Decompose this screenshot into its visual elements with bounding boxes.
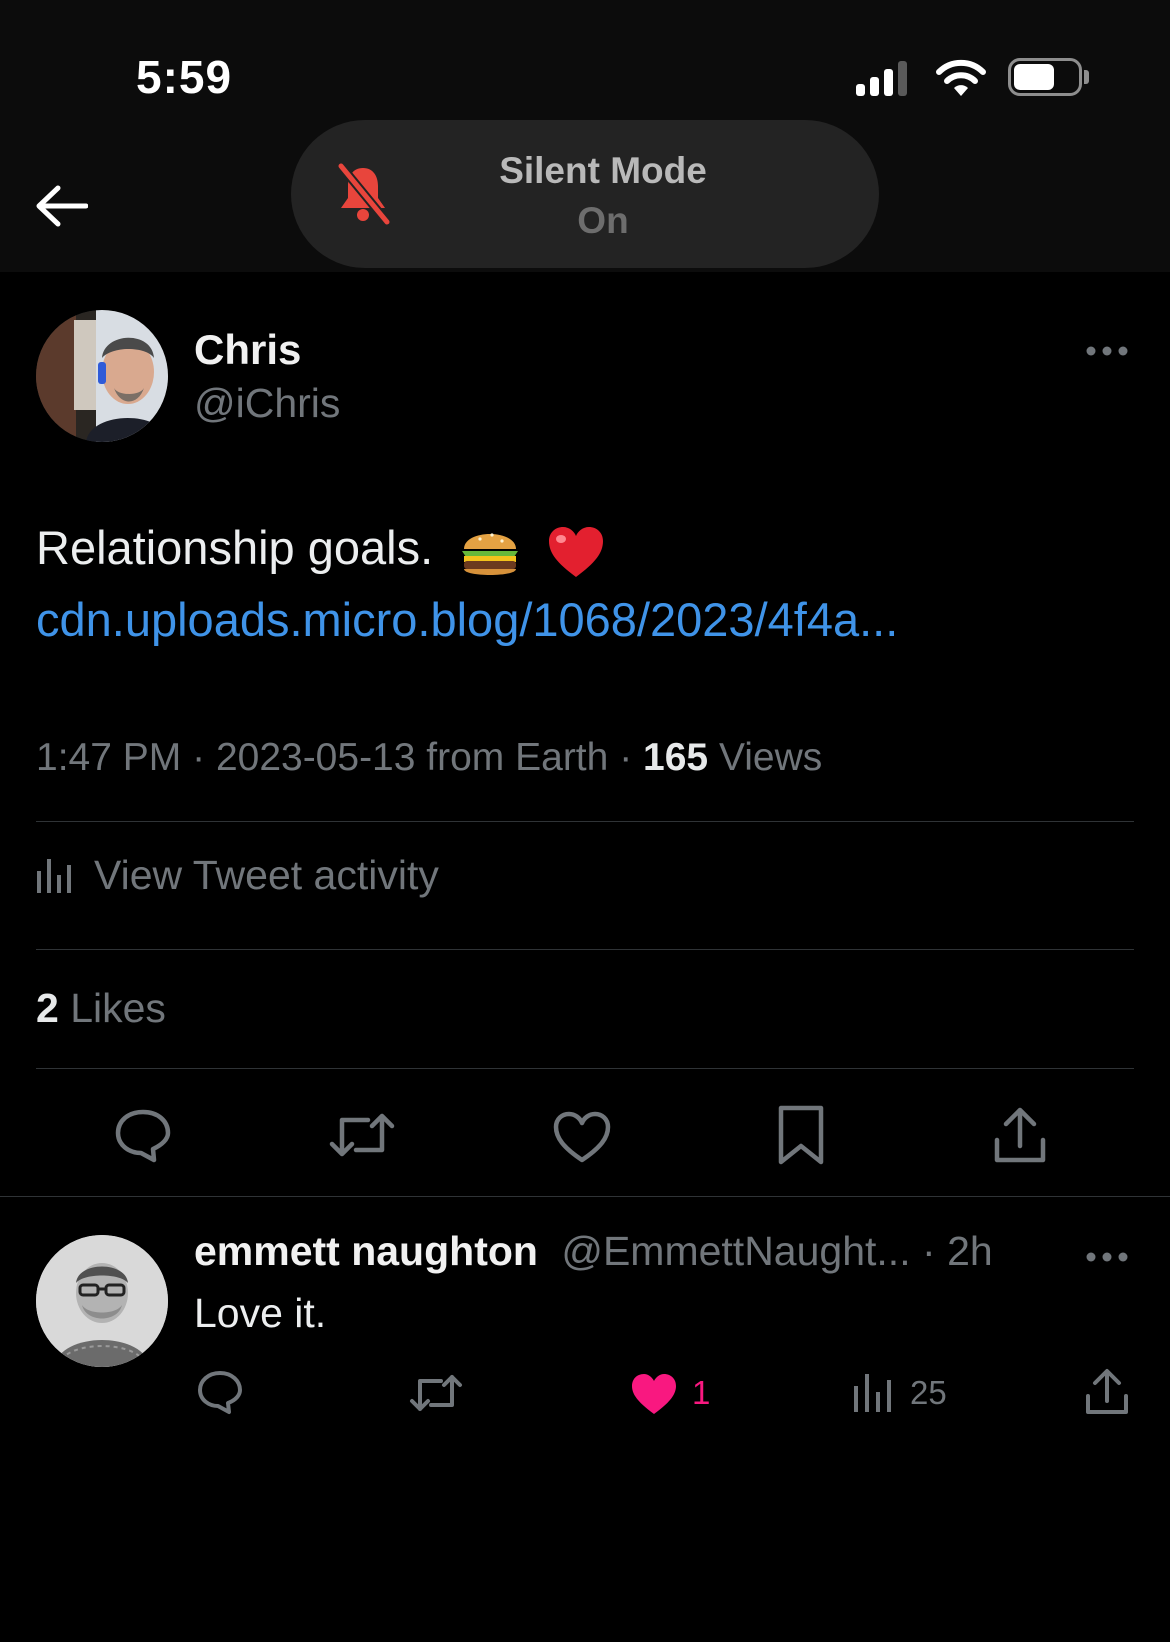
tweet-meta: 1:47 PM · 2023-05-13 from Earth · 165 Vi… [36,736,822,780]
avatar-image [36,1235,168,1367]
likes-summary[interactable]: 2 Likes [36,985,166,1032]
reply-author-name[interactable]: emmett naughton [194,1228,538,1274]
reply-text: Love it. [194,1290,327,1336]
reply-author-handle[interactable]: @EmmettNaught... [561,1228,910,1274]
hamburger-emoji-icon [462,532,519,575]
avatar-image [36,310,168,442]
meta-separator: · [619,736,633,779]
reply-author-avatar[interactable] [36,1235,168,1367]
tweet-detail-screen: 5:59 Silent Mode On Chris @iChris Relati… [0,0,1170,1642]
divider [0,1196,1170,1197]
divider [36,1068,1134,1069]
back-arrow-icon[interactable] [34,184,88,228]
reply-like-count: 1 [692,1374,711,1411]
reply-liked-heart-icon[interactable] [630,1372,678,1416]
tweet-text: Relationship goals. [36,521,434,574]
author-avatar[interactable] [36,310,168,442]
tweet-link[interactable]: cdn.uploads.micro.blog/1068/2023/4f4a... [36,592,898,647]
silent-mode-title: Silent Mode [499,150,707,191]
divider [36,949,1134,950]
tweet-body: Relationship goals. [36,520,605,581]
top-bar: 5:59 Silent Mode On [0,0,1170,272]
retweet-icon[interactable] [328,1110,396,1160]
share-icon[interactable] [992,1106,1048,1164]
reply-views-icon[interactable] [852,1372,892,1412]
analytics-icon [37,858,71,893]
reply-time: 2h [947,1228,993,1274]
reply-header: emmett naughton @EmmettNaught... · 2h [194,1228,993,1275]
like-icon[interactable] [552,1110,612,1164]
reply-separator: · [922,1228,936,1274]
reply-views-count: 25 [910,1374,947,1411]
likes-label: Likes [70,985,166,1031]
author-name[interactable]: Chris [194,326,301,374]
reply-share-icon[interactable] [1084,1368,1130,1416]
activity-label: View Tweet activity [94,852,439,898]
reply-more-options-icon[interactable] [1086,1252,1128,1262]
battery-icon [1008,58,1089,98]
author-handle[interactable]: @iChris [194,380,340,427]
silent-mode-state: On [577,200,629,241]
tweet-date: 2023-05-13 [215,736,416,779]
status-time: 5:59 [136,51,233,103]
views-label: Views [718,736,823,779]
reply-reply-icon[interactable] [196,1370,244,1416]
likes-count: 2 [36,985,59,1031]
red-heart-emoji-icon [549,526,604,577]
cellular-signal-icon [856,60,907,96]
more-options-icon[interactable] [1086,346,1128,356]
divider [36,821,1134,822]
view-tweet-activity-link[interactable]: View Tweet activity [36,852,439,899]
tweet-time: 1:47 PM [36,736,182,779]
meta-separator: · [192,736,206,779]
wifi-icon [936,59,986,96]
silent-mode-banner: Silent Mode On [291,120,879,268]
reply-retweet-icon[interactable] [408,1372,464,1414]
views-count: 165 [643,736,709,779]
reply-icon[interactable] [114,1108,172,1164]
tweet-source: from Earth [426,736,609,779]
bookmark-icon[interactable] [776,1104,826,1166]
